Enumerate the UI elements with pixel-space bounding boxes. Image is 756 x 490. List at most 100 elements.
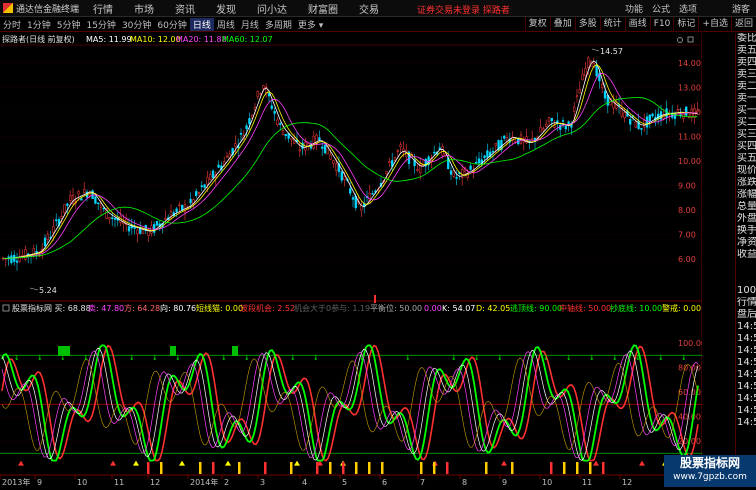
multi-stock-button[interactable]: 多股 [574, 17, 600, 32]
menu-discover[interactable]: 发现 [216, 1, 236, 16]
sidebar-tick-item[interactable]: 14:5 [736, 321, 756, 333]
signal-bar [602, 462, 605, 474]
candle-body [83, 188, 86, 194]
candle-body [340, 171, 343, 181]
candle-body [550, 117, 553, 122]
ind-chance: 机会大于0参与: 1.19 [294, 303, 370, 313]
tab-daily[interactable]: 日线 [189, 17, 214, 31]
sell-arrow: ↓ [474, 354, 480, 362]
candle-body [46, 234, 49, 240]
menu-wealth[interactable]: 财富圈 [308, 1, 338, 16]
sidebar-item[interactable]: 卖一 [736, 93, 756, 105]
app-title: 通达信金融终端 [16, 4, 80, 15]
candle-body [371, 193, 374, 195]
watermark: 股票指标网 www.7gpzb.com [664, 455, 756, 487]
candle-body [553, 125, 556, 128]
candle-body [169, 211, 173, 220]
tab-30min[interactable]: 30分钟 [119, 18, 154, 31]
date-tick-label: 12 [622, 478, 632, 487]
candle-body [175, 208, 178, 213]
signal-bar [550, 462, 553, 474]
sidebar-tick-item[interactable]: 行情 [736, 297, 756, 309]
sidebar-tick-item[interactable]: 14:5 [736, 333, 756, 345]
login-notice[interactable]: 证券交易未登录 探路者 [417, 3, 510, 16]
app-logo-icon [3, 3, 13, 13]
watermark-title: 股票指标网 [679, 456, 740, 470]
sidebar-tick-item[interactable]: 14:5 [736, 369, 756, 381]
sell-arrow: ↓ [658, 354, 664, 362]
tab-monthly[interactable]: 月线 [238, 18, 262, 31]
menu-market[interactable]: 市场 [134, 1, 154, 16]
sidebar-tick-item[interactable]: 100 [736, 285, 756, 297]
add-watchlist-button[interactable]: +自选 [698, 17, 731, 32]
menu-function[interactable]: 功能 [625, 2, 643, 15]
sidebar-item[interactable]: 买五 [736, 153, 756, 165]
menu-ask[interactable]: 问小达 [257, 1, 287, 16]
sidebar-item[interactable]: 买四 [736, 141, 756, 153]
kline-chart[interactable]: 探路者(日线 前复权) MA5: 11.99 MA10: 12.00 MA20:… [0, 33, 706, 487]
sidebar-item[interactable]: 总量 [736, 201, 756, 213]
sidebar-item[interactable]: 涨跌 [736, 177, 756, 189]
tab-1min[interactable]: 1分钟 [24, 18, 54, 31]
low-label: 5.24 [39, 286, 57, 295]
candle-body [150, 225, 153, 234]
candle-body [486, 150, 489, 158]
back-button[interactable]: 返回 [730, 17, 756, 32]
sidebar-item[interactable]: 卖四 [736, 57, 756, 69]
signal-bar [147, 462, 150, 474]
mark-button[interactable]: 标记 [673, 17, 698, 32]
candle-body [217, 164, 220, 168]
sidebar-item[interactable]: 换手 [736, 225, 756, 237]
sell-arrow: ↓ [37, 354, 43, 362]
tab-weekly[interactable]: 周线 [214, 18, 238, 31]
tab-multi-period[interactable]: 多周期 [262, 18, 295, 31]
sidebar-item[interactable]: 卖二 [736, 81, 756, 93]
menu-formula[interactable]: 公式 [652, 2, 670, 15]
sidebar-item[interactable]: 委比 [736, 33, 756, 45]
menu-right: 功能 公式 选项 游客 [625, 2, 750, 15]
sidebar-tick-item[interactable]: 14:5 [736, 345, 756, 357]
sidebar-tick-item[interactable]: 14:5 [736, 417, 756, 429]
sidebar-tick-item[interactable]: 14:5 [736, 405, 756, 417]
signal-bar [368, 462, 371, 474]
f10-button[interactable]: F10 [649, 17, 674, 32]
menu-quotes[interactable]: 行情 [93, 1, 113, 16]
sidebar-tick-item[interactable]: 14:5 [736, 381, 756, 393]
sidebar-item[interactable]: 外盘 [736, 213, 756, 225]
tab-5min[interactable]: 5分钟 [54, 18, 84, 31]
sidebar-item[interactable]: 收益 [736, 249, 756, 261]
menu-options[interactable]: 选项 [679, 2, 697, 15]
tab-more[interactable]: 更多 ▾ [295, 18, 326, 31]
sell-arrow: ↓ [14, 354, 20, 362]
sidebar-tick-item[interactable]: 14:5 [736, 357, 756, 369]
tab-timeshare[interactable]: 分时 [0, 18, 24, 31]
sidebar-item[interactable]: 买三 [736, 129, 756, 141]
sidebar-tick-item[interactable]: 盘后 [736, 309, 756, 321]
candle-body [55, 219, 58, 222]
tab-15min[interactable]: 15分钟 [83, 18, 118, 31]
candle-body [402, 148, 405, 152]
chart-area[interactable]: 探路者(日线 前复权) MA5: 11.99 MA10: 12.00 MA20:… [0, 33, 706, 487]
candle-body [10, 255, 13, 264]
candle-body [578, 89, 581, 94]
menu-trade[interactable]: 交易 [359, 1, 379, 16]
candle-body [181, 204, 184, 211]
sidebar-item[interactable]: 卖三 [736, 69, 756, 81]
sidebar-tick-item[interactable]: 14:5 [736, 393, 756, 405]
menu-news[interactable]: 资讯 [175, 1, 195, 16]
sidebar-item[interactable]: 买二 [736, 117, 756, 129]
guest-label[interactable]: 游客 [732, 2, 750, 15]
sidebar-item[interactable]: 净资 [736, 237, 756, 249]
overlay-button[interactable]: 叠加 [549, 17, 575, 32]
candle-body [584, 68, 587, 76]
tab-60min[interactable]: 60分钟 [154, 18, 189, 31]
sidebar-item[interactable]: 卖五 [736, 45, 756, 57]
sidebar-item[interactable]: 买一 [736, 105, 756, 117]
candle-body [197, 192, 201, 194]
adjust-button[interactable]: 复权 [524, 17, 550, 32]
sidebar-item[interactable]: 涨幅 [736, 189, 756, 201]
draw-line-button[interactable]: 画线 [624, 17, 650, 32]
sidebar-item[interactable]: 现价 [736, 165, 756, 177]
candle-body [279, 123, 282, 125]
stats-button[interactable]: 统计 [599, 17, 625, 32]
